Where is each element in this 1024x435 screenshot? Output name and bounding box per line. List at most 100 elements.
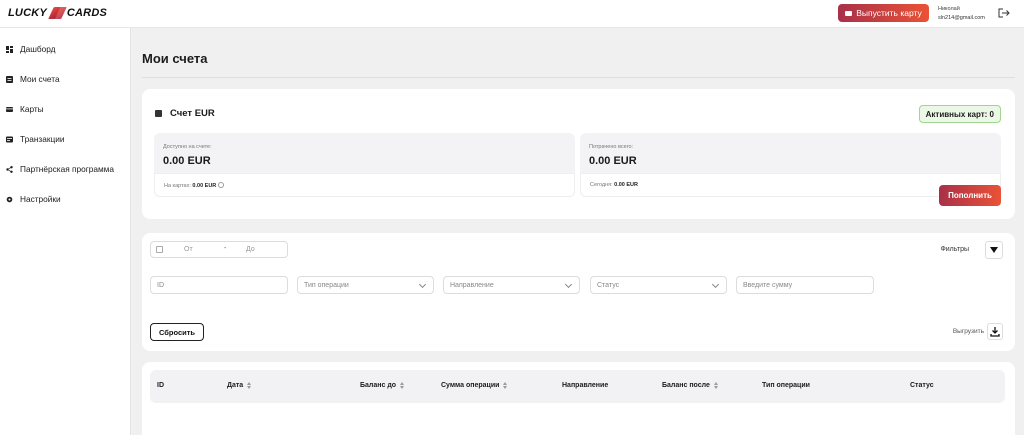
divider bbox=[142, 77, 1015, 78]
today-amount: 0.00 EUR bbox=[614, 182, 638, 188]
sidebar-item-settings[interactable]: Настройки bbox=[6, 194, 61, 204]
direction-value: Направление bbox=[450, 282, 494, 289]
account-title: Счет EUR bbox=[155, 108, 215, 119]
chevron-down-icon bbox=[564, 280, 573, 289]
status-value: Статус bbox=[597, 282, 620, 289]
brand-right: CARDS bbox=[66, 7, 108, 19]
user-email: sln214@gmail.com bbox=[938, 15, 985, 21]
page-title: Мои счета bbox=[142, 51, 208, 66]
column-label: Баланс после bbox=[662, 382, 710, 389]
id-input[interactable]: ID bbox=[150, 276, 288, 294]
chevron-down-icon bbox=[418, 280, 427, 289]
download-icon bbox=[990, 327, 1000, 337]
sort-icon bbox=[713, 382, 718, 389]
filters-label: Фильтры bbox=[940, 246, 969, 253]
sidebar-item-label: Карты bbox=[20, 104, 44, 114]
column-operation-type: Тип операции bbox=[762, 382, 810, 389]
on-cards-text: На картах: 0.00 EUR bbox=[164, 182, 225, 189]
issue-card-button[interactable]: Выпустить карту bbox=[838, 4, 929, 22]
column-balance-before[interactable]: Баланс до bbox=[360, 382, 405, 389]
column-label: Сумма операции bbox=[441, 382, 500, 389]
transactions-table: ID Дата Баланс до Сумма операции Направл… bbox=[142, 362, 1015, 435]
sidebar-item-label: Дашборд bbox=[20, 44, 56, 54]
dashboard-icon bbox=[6, 45, 13, 53]
account-card: Счет EUR Активных карт: 0 Доступно на сч… bbox=[142, 89, 1015, 219]
today-label: Сегодня: bbox=[590, 182, 613, 188]
sidebar-item-accounts[interactable]: Мои счета bbox=[6, 74, 60, 84]
card-icon bbox=[845, 10, 853, 16]
table-header: ID Дата Баланс до Сумма операции Направл… bbox=[150, 370, 1005, 403]
column-id: ID bbox=[157, 382, 164, 389]
top-header: LUCKY CARDS Выпустить карту Николай sln2… bbox=[0, 0, 1024, 28]
export-label: Выгрузить bbox=[952, 328, 984, 335]
date-range-separator: - bbox=[224, 245, 227, 252]
sidebar-item-cards[interactable]: Карты bbox=[6, 104, 44, 114]
user-info: Николай sln214@gmail.com bbox=[938, 5, 985, 23]
date-range-picker[interactable]: От - До bbox=[150, 241, 288, 258]
on-cards-label: На картах: bbox=[164, 183, 191, 189]
available-balance-panel: Доступно на счете: 0.00 EUR На картах: 0… bbox=[154, 133, 575, 197]
topup-button[interactable]: Пополнить bbox=[939, 185, 1001, 206]
gear-icon bbox=[6, 196, 13, 202]
sidebar-item-label: Партнёрская программа bbox=[20, 164, 114, 174]
filter-toggle-button[interactable] bbox=[985, 241, 1003, 259]
transactions-icon bbox=[6, 136, 13, 142]
operation-type-value: Тип операции bbox=[304, 282, 349, 289]
available-amount: 0.00 EUR bbox=[163, 155, 211, 167]
filters-card: От - До Фильтры ID Тип операции Направле… bbox=[142, 233, 1015, 351]
spent-amount: 0.00 EUR bbox=[589, 155, 637, 167]
spent-label: Потрачено всего: bbox=[589, 144, 634, 150]
sort-icon bbox=[400, 382, 405, 389]
column-label: Статус bbox=[910, 382, 934, 389]
sidebar-item-label: Настройки bbox=[20, 194, 61, 204]
column-status: Статус bbox=[910, 382, 934, 389]
accounts-icon bbox=[6, 75, 13, 83]
logout-icon[interactable] bbox=[998, 8, 1010, 18]
card-icon bbox=[6, 106, 13, 112]
on-cards-row: На картах: 0.00 EUR bbox=[154, 173, 575, 197]
sidebar-item-dashboard[interactable]: Дашборд bbox=[6, 44, 56, 54]
brand-logo[interactable]: LUCKY CARDS bbox=[8, 6, 107, 20]
sort-icon bbox=[503, 382, 508, 389]
column-label: Направление bbox=[562, 382, 609, 389]
sidebar-item-transactions[interactable]: Транзакции bbox=[6, 134, 64, 144]
column-label: Дата bbox=[227, 382, 244, 389]
accounts-icon bbox=[155, 110, 162, 117]
column-balance-after[interactable]: Баланс после bbox=[662, 382, 718, 389]
reset-button[interactable]: Сбросить bbox=[150, 323, 204, 341]
export-button[interactable] bbox=[987, 323, 1003, 340]
column-amount[interactable]: Сумма операции bbox=[441, 382, 508, 389]
column-direction: Направление bbox=[562, 382, 608, 389]
direction-select[interactable]: Направление bbox=[443, 276, 580, 294]
brand-left: LUCKY bbox=[8, 7, 47, 19]
info-icon[interactable] bbox=[218, 182, 225, 188]
account-title-text: Счет EUR bbox=[170, 108, 215, 119]
chevron-down-icon bbox=[711, 280, 720, 289]
date-to-input[interactable]: До bbox=[246, 246, 255, 253]
issue-card-label: Выпустить карту bbox=[856, 8, 922, 18]
sidebar: Дашборд Мои счета Карты Транзакции Партн… bbox=[0, 28, 131, 435]
sidebar-item-affiliate[interactable]: Партнёрская программа bbox=[6, 164, 114, 174]
date-from-input[interactable]: От bbox=[184, 246, 193, 253]
calendar-icon bbox=[156, 246, 163, 253]
funnel-icon bbox=[990, 247, 998, 253]
sidebar-item-label: Транзакции bbox=[20, 134, 65, 144]
user-name: Николай bbox=[938, 6, 960, 12]
spent-panel: Потрачено всего: 0.00 EUR Сегодня: 0.00 … bbox=[580, 133, 1001, 197]
logo-mark-icon bbox=[48, 6, 67, 20]
sidebar-item-label: Мои счета bbox=[20, 74, 60, 84]
amount-input[interactable]: Введите сумму bbox=[736, 276, 874, 294]
column-label: Баланс до bbox=[360, 382, 397, 389]
sort-icon bbox=[247, 382, 252, 389]
today-text: Сегодня: 0.00 EUR bbox=[590, 182, 638, 188]
active-cards-badge: Активных карт: 0 bbox=[918, 105, 1001, 123]
operation-type-select[interactable]: Тип операции bbox=[297, 276, 434, 294]
column-date[interactable]: Дата bbox=[227, 382, 252, 389]
share-icon bbox=[6, 165, 13, 173]
column-label: ID bbox=[157, 382, 164, 389]
today-row: Сегодня: 0.00 EUR bbox=[580, 173, 1001, 197]
status-select[interactable]: Статус bbox=[590, 276, 727, 294]
column-label: Тип операции bbox=[762, 382, 810, 389]
available-label: Доступно на счете: bbox=[163, 144, 212, 150]
on-cards-amount: 0.00 EUR bbox=[192, 183, 217, 189]
